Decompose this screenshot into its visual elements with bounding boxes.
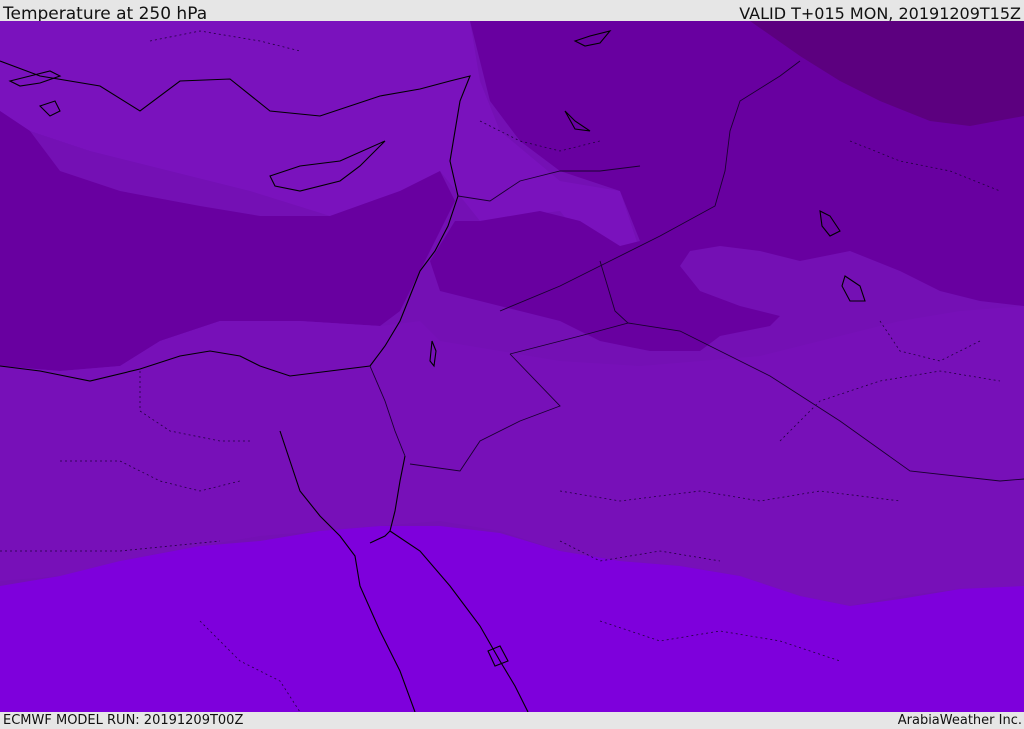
credit-label: ArabiaWeather Inc. [897, 713, 1022, 728]
header-bar: Temperature at 250 hPa VALID T+015 MON, … [0, 0, 1024, 24]
map-canvas [0, 21, 1024, 712]
model-run-label: ECMWF MODEL RUN: 20191209T00Z [3, 713, 244, 728]
temperature-map [0, 21, 1024, 712]
footer-bar: ECMWF MODEL RUN: 20191209T00Z ArabiaWeat… [0, 712, 1024, 729]
